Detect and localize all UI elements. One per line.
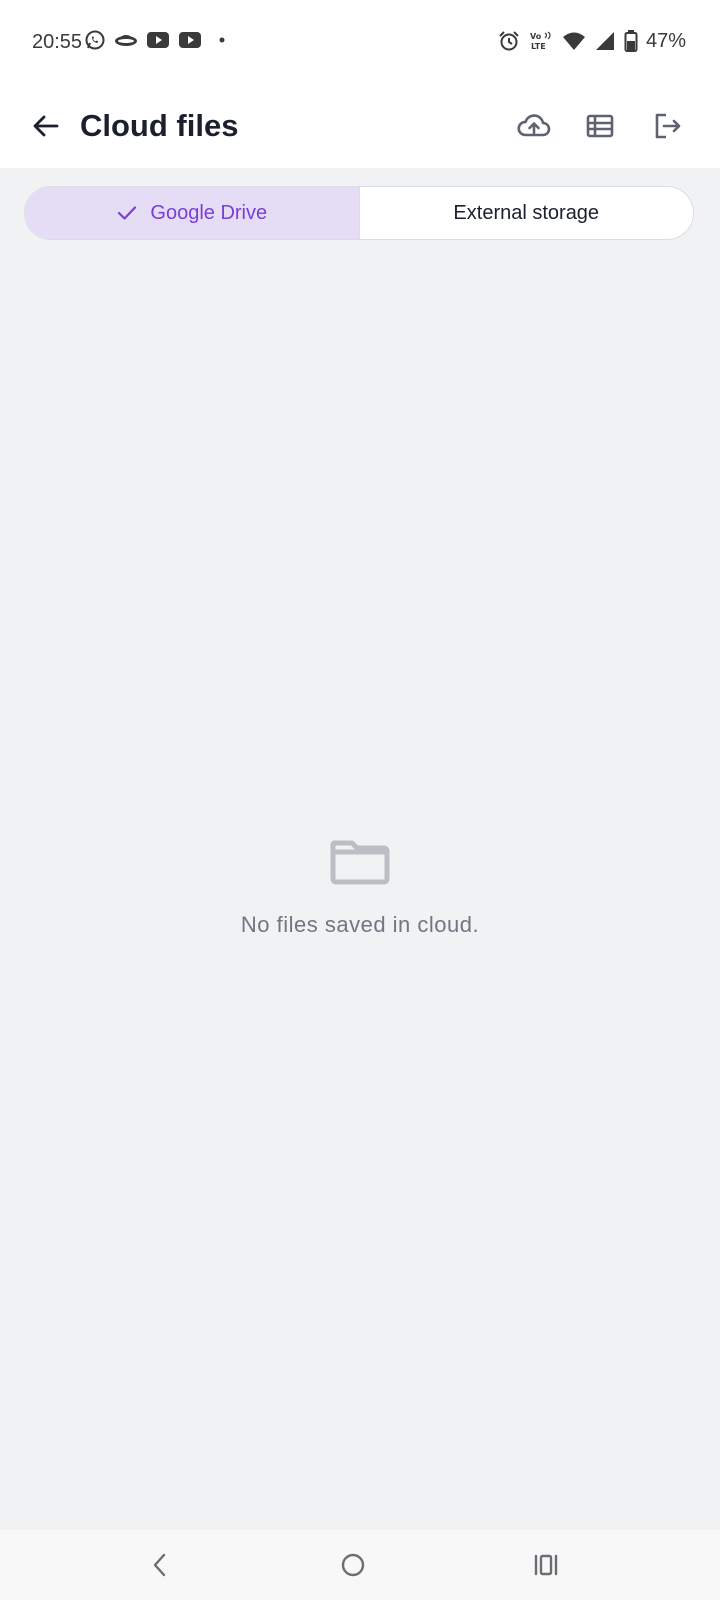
youtube-icon bbox=[147, 32, 169, 48]
app-bar: Cloud files bbox=[0, 84, 720, 168]
tab-external-storage[interactable]: External storage bbox=[360, 187, 694, 239]
battery-percentage: 47% bbox=[645, 30, 686, 52]
nav-back-button[interactable] bbox=[136, 1541, 184, 1589]
svg-text:LTE: LTE bbox=[531, 42, 546, 51]
back-button[interactable] bbox=[22, 102, 70, 150]
nav-home-button[interactable] bbox=[329, 1541, 377, 1589]
folder-icon bbox=[330, 840, 390, 885]
cloud-upload-button[interactable] bbox=[510, 102, 558, 150]
cloud-upload-icon bbox=[517, 114, 551, 137]
nav-recents-button[interactable] bbox=[522, 1541, 570, 1589]
volte-icon: Vo LTE bbox=[530, 31, 551, 51]
status-bar: 20:55 Vo LTE 47% bbox=[0, 0, 720, 84]
list-view-button[interactable] bbox=[576, 102, 624, 150]
battery-icon bbox=[624, 30, 638, 52]
check-icon bbox=[118, 206, 137, 220]
svg-text:Vo: Vo bbox=[530, 32, 542, 41]
wifi-icon bbox=[562, 32, 585, 50]
dot-icon bbox=[219, 37, 225, 43]
logout-button[interactable] bbox=[643, 102, 691, 150]
tab-google-drive-label: Google Drive bbox=[150, 201, 268, 224]
arrow-left-icon bbox=[33, 115, 59, 137]
hat-icon bbox=[115, 35, 137, 46]
list-view-icon bbox=[586, 114, 614, 138]
alarm-icon bbox=[499, 31, 519, 51]
youtube-icon bbox=[179, 32, 201, 48]
status-notification-icons bbox=[84, 29, 230, 51]
signal-icon bbox=[595, 32, 614, 50]
system-navigation-bar bbox=[0, 1530, 720, 1600]
recents-nav-icon bbox=[534, 1554, 558, 1576]
logout-icon bbox=[655, 113, 681, 139]
empty-state: No files saved in cloud. bbox=[0, 838, 720, 938]
page-title: Cloud files bbox=[80, 108, 239, 143]
whatsapp-icon bbox=[85, 30, 105, 50]
status-system-icons: Vo LTE 47% bbox=[498, 29, 686, 53]
tab-google-drive[interactable]: Google Drive bbox=[25, 187, 360, 239]
status-time: 20:55 bbox=[32, 31, 83, 53]
storage-tab-selector: Google Drive External storage bbox=[24, 186, 694, 240]
home-nav-icon bbox=[341, 1553, 365, 1577]
back-nav-icon bbox=[153, 1553, 166, 1577]
tab-external-storage-label: External storage bbox=[453, 201, 600, 224]
empty-state-message: No files saved in cloud. bbox=[240, 912, 480, 937]
